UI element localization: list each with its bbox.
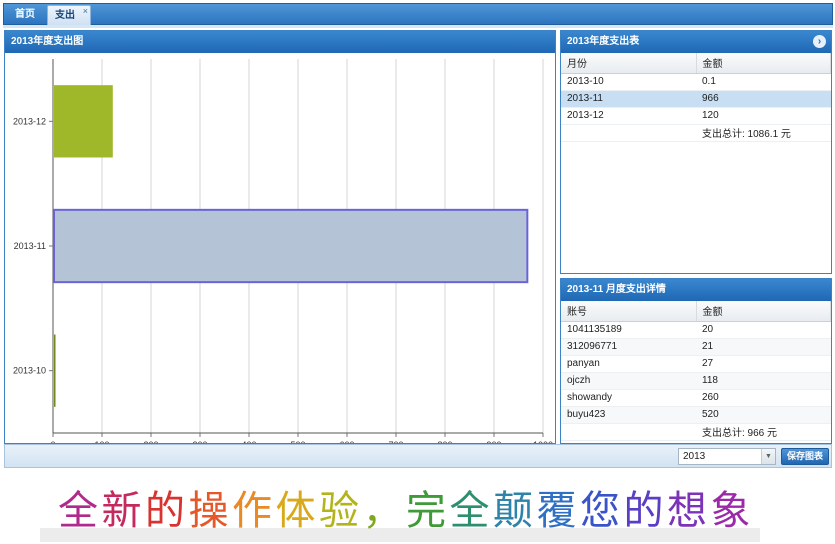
column-header-amount[interactable]: 金额 xyxy=(696,301,831,322)
amount-cell: 120 xyxy=(696,107,831,125)
amount-cell: 27 xyxy=(696,355,831,373)
tab-home[interactable]: 首页 xyxy=(6,5,44,25)
chevron-down-icon[interactable]: ▼ xyxy=(761,449,775,464)
bar-2013-12 xyxy=(54,85,113,158)
monthly-total: 支出总计: 966 元 xyxy=(696,423,831,441)
tab-bar: 首页 支出 × xyxy=(3,3,833,25)
tab-expense[interactable]: 支出 × xyxy=(47,5,91,25)
account-cell: 1041135189 xyxy=(561,321,696,339)
year-select[interactable]: 2013 ▼ xyxy=(678,448,776,465)
x-tick-label: 300 xyxy=(192,440,207,443)
y-tick-label: 2013-11 xyxy=(14,241,46,251)
account-cell: panyan xyxy=(561,355,696,373)
summary-row: 支出总计: 1086.1 元 xyxy=(561,124,831,142)
table-row[interactable]: 2013-12 120 xyxy=(561,107,831,125)
table-row[interactable]: buyu423 520 xyxy=(561,406,831,424)
account-cell: ojczh xyxy=(561,372,696,390)
chart-panel: 2013年度支出图 0 100 200 300 400 500 600 700 800 900 10… xyxy=(4,30,556,444)
x-tick-label: 200 xyxy=(143,440,158,443)
yearly-table: 月份 金额 2013-10 0.1 2013-11 966 2013-12 12… xyxy=(561,53,831,142)
column-header-account[interactable]: 账号 xyxy=(561,301,697,322)
monthly-detail-table: 账号 金额 1041135189 20 312096771 21 panyan … xyxy=(561,301,831,441)
month-cell: 2013-10 xyxy=(561,73,696,91)
expense-bar-chart: 0 100 200 300 400 500 600 700 800 900 1000 2013-12 2… xyxy=(13,59,553,443)
x-tick-label: 800 xyxy=(437,440,452,443)
bottom-toolbar: 2013 ▼ 保存图表 xyxy=(4,444,832,468)
bar-2013-10 xyxy=(54,334,56,407)
yearly-table-title-text: 2013年度支出表 xyxy=(567,36,640,47)
column-header-month[interactable]: 月份 xyxy=(561,53,697,74)
month-cell: 2013-12 xyxy=(561,107,696,125)
month-cell: 2013-11 xyxy=(561,90,696,108)
yearly-table-title: 2013年度支出表 › xyxy=(561,31,831,53)
bar-2013-11 xyxy=(53,208,529,284)
x-tick-label: 0 xyxy=(50,440,55,443)
promo-banner: 全新的操作体验，完全颠覆您的想象 xyxy=(40,488,760,542)
monthly-detail-panel: 2013-11 月度支出详情 账号 金额 1041135189 20 31209… xyxy=(560,278,832,444)
summary-row: 支出总计: 966 元 xyxy=(561,423,831,441)
table-row[interactable]: 2013-10 0.1 xyxy=(561,73,831,91)
year-select-value: 2013 xyxy=(683,451,706,462)
account-cell: buyu423 xyxy=(561,406,696,424)
table-row[interactable]: 312096771 21 xyxy=(561,338,831,356)
x-tick-label: 700 xyxy=(388,440,403,443)
y-tick-label: 2013-10 xyxy=(13,366,46,376)
amount-cell: 118 xyxy=(696,372,831,390)
account-cell: 312096771 xyxy=(561,338,696,356)
amount-cell: 21 xyxy=(696,338,831,356)
table-row[interactable]: showandy 260 xyxy=(561,389,831,407)
x-tick-label: 400 xyxy=(241,440,256,443)
table-row[interactable]: 1041135189 20 xyxy=(561,321,831,339)
tab-content-strip xyxy=(3,25,833,28)
table-row[interactable]: panyan 27 xyxy=(561,355,831,373)
account-cell: showandy xyxy=(561,389,696,407)
amount-cell: 966 xyxy=(696,90,831,108)
x-tick-label: 100 xyxy=(94,440,109,443)
table-row[interactable]: 2013-11 966 xyxy=(561,90,831,108)
yearly-total: 支出总计: 1086.1 元 xyxy=(696,124,831,142)
yearly-table-panel: 2013年度支出表 › 月份 金额 2013-10 0.1 2013-11 96… xyxy=(560,30,832,274)
tab-expense-label: 支出 xyxy=(55,10,75,21)
monthly-detail-title: 2013-11 月度支出详情 xyxy=(561,279,831,301)
amount-cell: 20 xyxy=(696,321,831,339)
x-tick-label: 1000 xyxy=(533,440,553,443)
column-header-amount[interactable]: 金额 xyxy=(696,53,831,74)
x-tick-label: 900 xyxy=(486,440,501,443)
x-tick-label: 600 xyxy=(339,440,354,443)
banner-text: 全新的操作体验，完全颠覆您的想象 xyxy=(58,488,751,534)
y-tick-label: 2013-12 xyxy=(13,116,46,126)
close-icon[interactable]: × xyxy=(83,1,88,21)
amount-cell: 260 xyxy=(696,389,831,407)
chevron-right-icon[interactable]: › xyxy=(813,35,826,48)
chart-panel-title: 2013年度支出图 xyxy=(5,31,555,53)
table-row[interactable]: ojczh 118 xyxy=(561,372,831,390)
save-chart-button[interactable]: 保存图表 xyxy=(781,448,829,465)
amount-cell: 0.1 xyxy=(696,73,831,91)
x-tick-label: 500 xyxy=(290,440,305,443)
amount-cell: 520 xyxy=(696,406,831,424)
